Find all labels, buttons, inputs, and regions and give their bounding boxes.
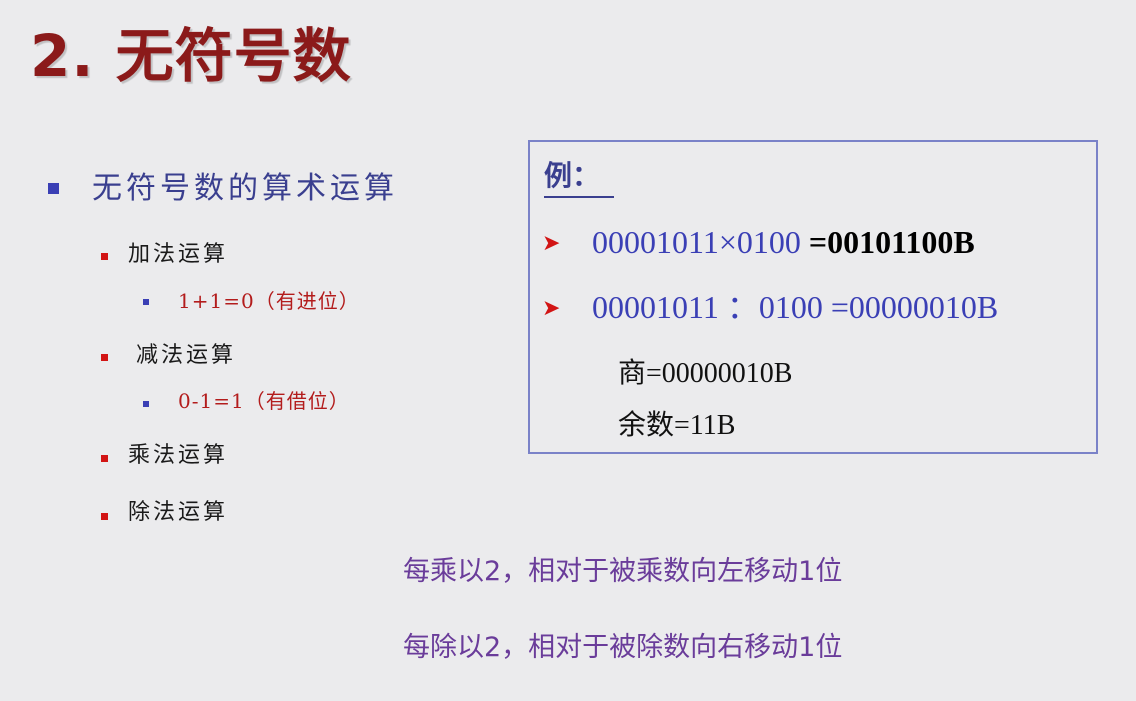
list-item-division: 除法运算 [128,500,229,525]
bullet-square-icon [101,455,108,462]
arrow-bullet-icon: ➤ [542,231,561,256]
bullet-square-icon [48,183,59,194]
note-multiply: 每乘以2，相对于被乘数向左移动1位 [403,556,843,587]
example-division: 00001011 ：0100 =00000010B [592,289,999,325]
bullet-square-icon [101,354,108,361]
list-subitem-addition: 1+1=0（有进位） [178,289,360,313]
multiplication-expression: 00001011×0100 [592,224,809,260]
list-item-subtraction: 减法运算 [136,343,237,368]
example-box: 例： ➤ 00001011×0100 =00101100B ➤ 00001011… [528,140,1098,454]
quotient-line: 商=00000010B [618,358,793,389]
slide-title: 2. 无符号数 [30,22,352,90]
bullet-square-icon [143,401,149,407]
bullet-square-icon [101,253,108,260]
bullet-square-icon [101,513,108,520]
example-multiplication: 00001011×0100 =00101100B [592,222,975,262]
multiplication-result: =00101100B [808,224,975,260]
bullet-square-icon [143,299,149,305]
remainder-line: 余数=11B [618,410,736,441]
list-item-addition: 加法运算 [128,242,229,267]
list-subitem-subtraction: 0-1=1（有借位） [178,389,350,413]
list-item-multiplication: 乘法运算 [128,443,229,468]
arrow-bullet-icon: ➤ [542,296,561,321]
section-heading: 无符号数的算术运算 [92,171,398,206]
note-divide: 每除以2，相对于被除数向右移动1位 [403,632,843,663]
example-label: 例： [544,156,615,198]
